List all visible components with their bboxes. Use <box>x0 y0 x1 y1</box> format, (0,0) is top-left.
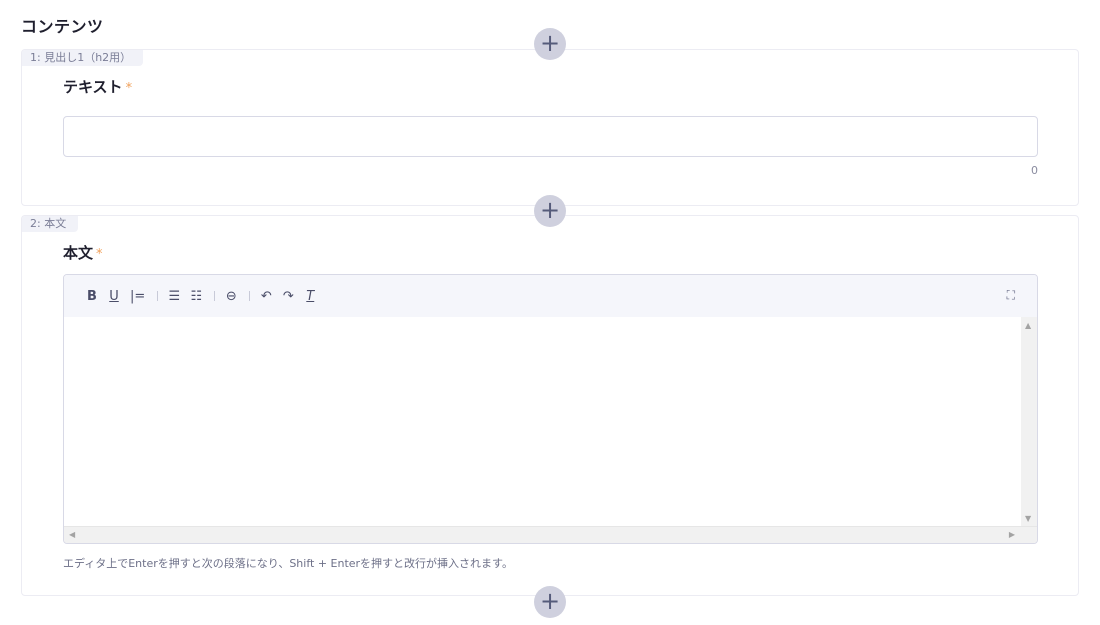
add-block-button[interactable]: + <box>534 586 566 618</box>
editor-hint: エディタ上でEnterを押すと次の段落になり、Shift + Enterを押すと… <box>63 557 513 570</box>
scroll-left-icon[interactable]: ◀ <box>69 530 75 539</box>
add-block-button[interactable]: + <box>534 195 566 227</box>
link-icon[interactable]: ⊖ <box>225 289 237 304</box>
underline-icon[interactable]: U <box>108 289 120 304</box>
redo-icon[interactable]: ↷ <box>282 289 294 304</box>
editor-toolbar: B U |= ☰ ☷ ⊖ ↶ ↷ T ⛶ <box>64 275 1037 318</box>
toolbar-divider <box>157 291 159 301</box>
char-count: 0 <box>1031 164 1038 177</box>
bold-icon[interactable]: B <box>86 289 98 304</box>
text-input[interactable] <box>63 116 1038 157</box>
required-mark: * <box>125 81 133 96</box>
block-tag: 1: 見出し1（h2用） <box>22 50 144 66</box>
block-tag: 2: 本文 <box>22 216 79 232</box>
field-label-text: テキスト <box>63 78 123 96</box>
toolbar-divider <box>214 291 216 301</box>
horizontal-scrollbar[interactable]: ◀ ▶ <box>64 526 1037 543</box>
align-icon[interactable]: |= <box>130 289 145 304</box>
clear-format-icon[interactable]: T <box>304 289 316 304</box>
editor-content-area[interactable] <box>64 317 1021 527</box>
vertical-scrollbar[interactable]: ▲ ▼ <box>1021 317 1037 527</box>
numbered-list-icon[interactable]: ☷ <box>190 289 202 304</box>
rich-text-editor: B U |= ☰ ☷ ⊖ ↶ ↷ T ⛶ ▲ ▼ ◀ ▶ <box>63 274 1038 544</box>
undo-icon[interactable]: ↶ <box>260 289 272 304</box>
toolbar-divider <box>249 291 251 301</box>
fullscreen-icon[interactable]: ⛶ <box>1007 288 1015 303</box>
scroll-up-icon[interactable]: ▲ <box>1025 321 1031 330</box>
add-block-button[interactable]: + <box>534 28 566 60</box>
scroll-down-icon[interactable]: ▼ <box>1025 514 1031 523</box>
field-label: テキスト * <box>63 76 132 97</box>
field-label: 本文 * <box>63 242 103 263</box>
scroll-right-icon[interactable]: ▶ <box>1009 530 1015 539</box>
content-block-heading: 1: 見出し1（h2用） テキスト * 0 <box>21 49 1079 206</box>
content-block-body: 2: 本文 本文 * B U |= ☰ ☷ ⊖ ↶ ↷ T ⛶ ▲ ▼ ◀ ▶ エ <box>21 215 1079 596</box>
required-mark: * <box>96 247 103 262</box>
bullet-list-icon[interactable]: ☰ <box>168 289 180 304</box>
page-title: コンテンツ <box>21 17 104 36</box>
field-label-text: 本文 <box>63 244 94 262</box>
